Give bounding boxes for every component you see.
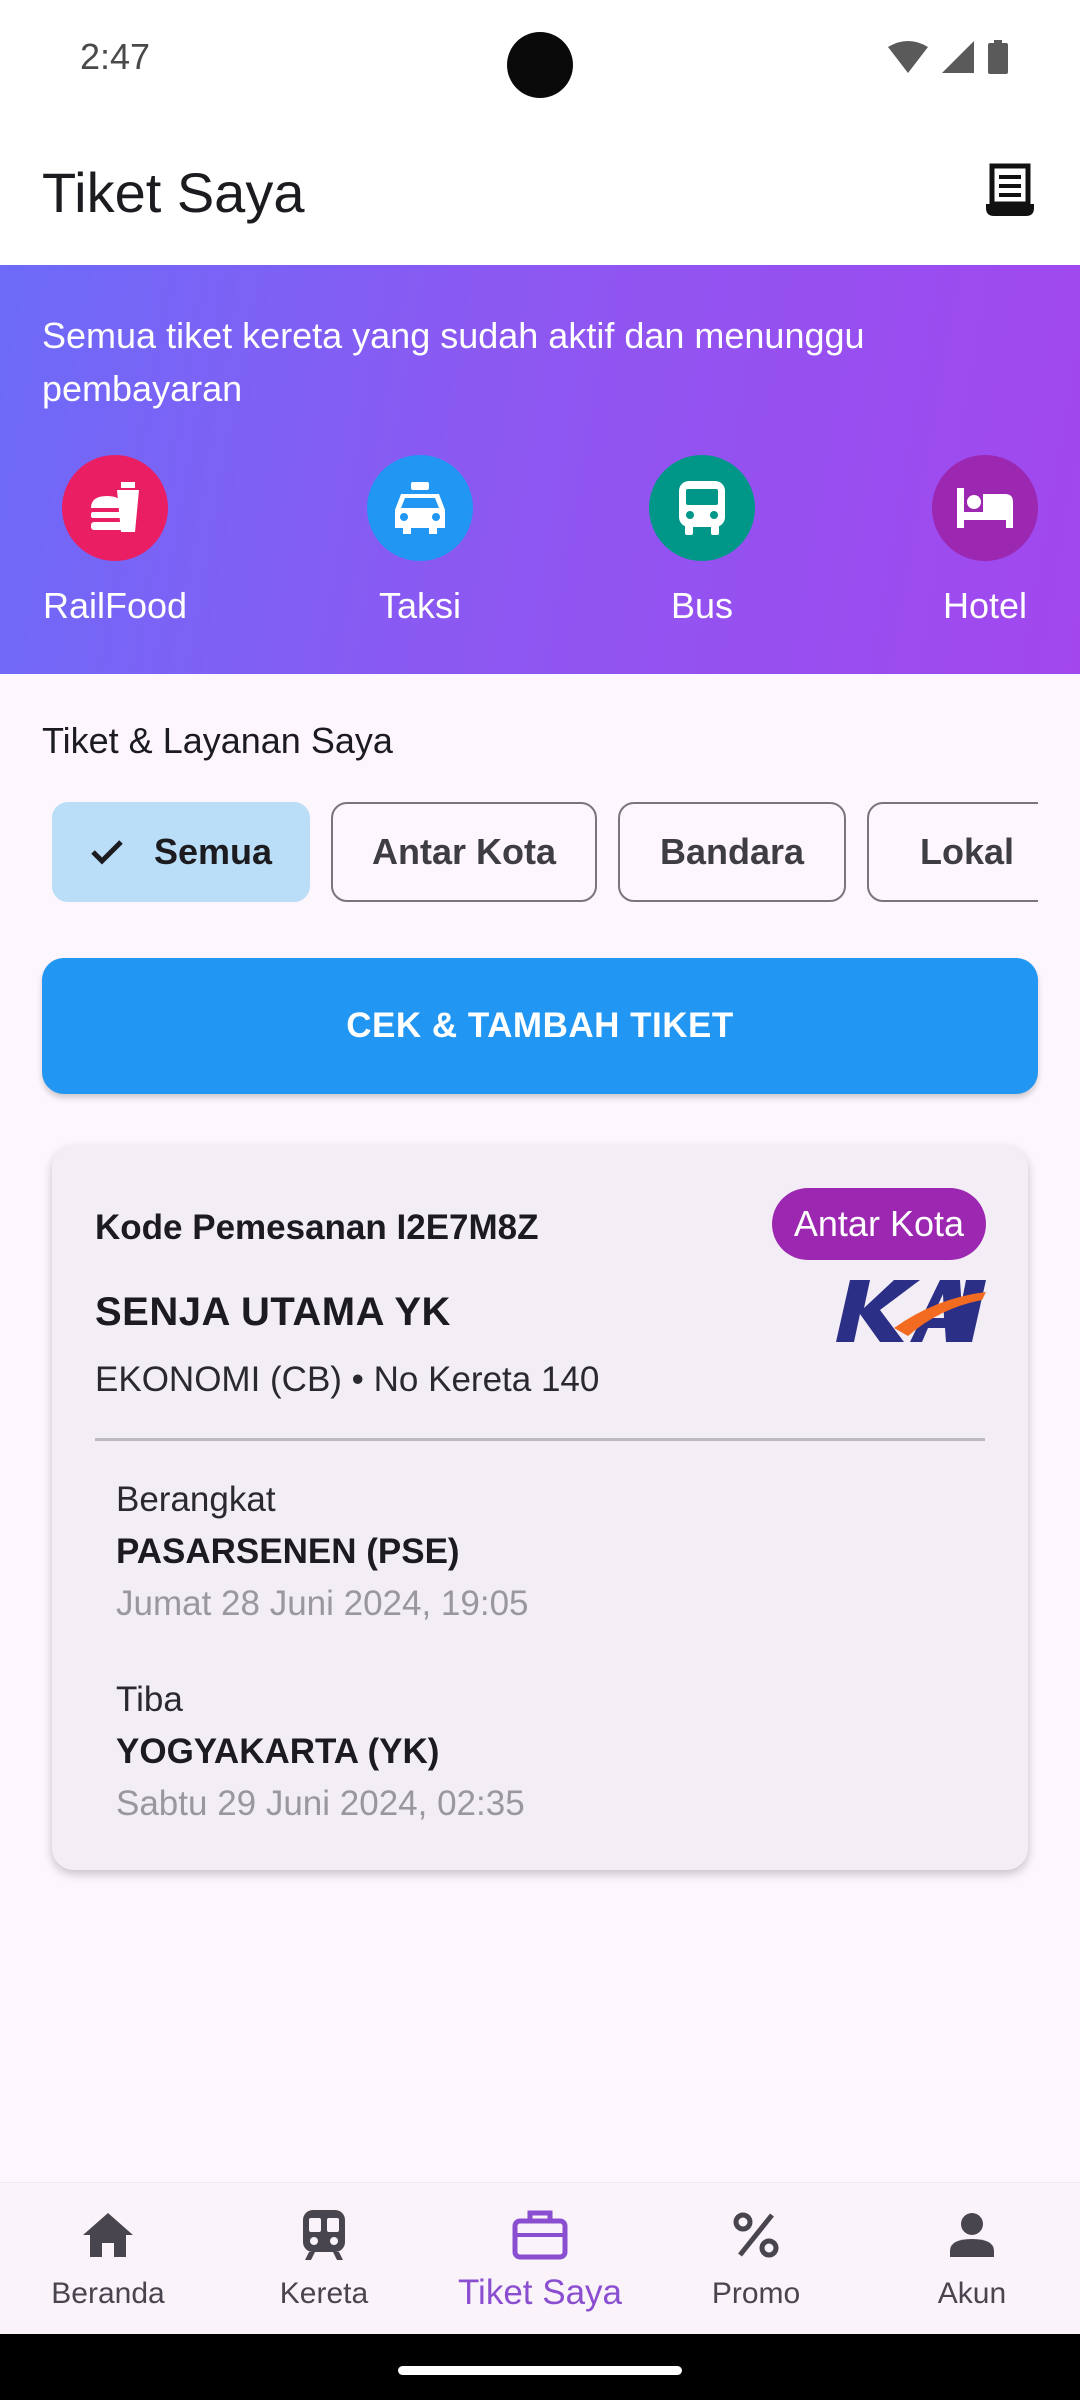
- page-title: Tiket Saya: [42, 161, 305, 224]
- chip-bandara[interactable]: Bandara: [618, 802, 846, 902]
- chip-antar-kota[interactable]: Antar Kota: [331, 802, 597, 902]
- service-railfood[interactable]: RailFood: [20, 455, 210, 627]
- service-label: Hotel: [942, 585, 1028, 626]
- service-bus[interactable]: Bus: [607, 455, 797, 627]
- booking-code: Kode Pemesanan I2E7M8Z: [95, 1208, 539, 1247]
- nav-label: Akun: [937, 2277, 1007, 2310]
- departure-datetime: Jumat 28 Juni 2024, 19:05: [116, 1584, 529, 1623]
- train-icon: [294, 2205, 354, 2265]
- chip-label: Lokal: [919, 831, 1015, 872]
- taxi-icon: [367, 455, 473, 561]
- person-icon: [942, 2205, 1002, 2265]
- status-time: 2:47: [80, 36, 151, 77]
- section-title: Tiket & Layanan Saya: [42, 720, 393, 761]
- camera-cutout: [507, 32, 573, 98]
- percent-icon: [726, 2205, 786, 2265]
- nav-label: Promo: [711, 2277, 801, 2310]
- services-banner: Semua tiket kereta yang sudah aktif dan …: [0, 265, 1080, 674]
- nav-promo[interactable]: Promo: [656, 2205, 856, 2311]
- gesture-navigation-area: [0, 2334, 1080, 2400]
- gesture-handle[interactable]: [398, 2366, 682, 2375]
- status-bar: 2:47: [0, 0, 1080, 118]
- app-bar: Tiket Saya: [0, 118, 1080, 265]
- nav-label: Tiket Saya: [457, 2273, 623, 2312]
- departure-station: PASARSENEN (PSE): [116, 1532, 460, 1571]
- check-icon: [90, 839, 124, 865]
- arrival-datetime: Sabtu 29 Juni 2024, 02:35: [116, 1784, 525, 1823]
- service-label: RailFood: [42, 585, 188, 626]
- home-icon: [78, 2205, 138, 2265]
- nav-tiket-saya[interactable]: Tiket Saya: [440, 2205, 640, 2313]
- battery-icon: [988, 40, 1008, 74]
- card-divider: [95, 1438, 985, 1441]
- chip-label: Antar Kota: [371, 831, 556, 872]
- chip-lokal[interactable]: Lokal: [867, 802, 1038, 902]
- departure-label: Berangkat: [116, 1480, 276, 1519]
- chip-label: Bandara: [659, 831, 805, 872]
- service-taxi[interactable]: Taksi: [325, 455, 515, 627]
- receipt-button[interactable]: [978, 158, 1042, 222]
- signal-icon: [942, 41, 974, 73]
- hotel-icon: [932, 455, 1038, 561]
- status-icons: [888, 40, 1008, 74]
- ticket-card[interactable]: Kode Pemesanan I2E7M8Z Antar Kota SENJA …: [52, 1146, 1028, 1870]
- bottom-navigation: Beranda Kereta Tiket Saya Promo Akun: [0, 2182, 1080, 2334]
- nav-kereta[interactable]: Kereta: [224, 2205, 424, 2311]
- nav-beranda[interactable]: Beranda: [8, 2205, 208, 2311]
- arrival-label: Tiba: [116, 1680, 183, 1719]
- nav-label: Kereta: [279, 2277, 369, 2310]
- receipt-icon: [986, 163, 1034, 216]
- service-label: Bus: [670, 585, 734, 626]
- route-type-badge: Antar Kota: [771, 1188, 986, 1260]
- chip-semua[interactable]: Semua: [52, 802, 310, 902]
- check-add-ticket-button[interactable]: CEK & TAMBAH TIKET: [42, 958, 1038, 1094]
- banner-description: Semua tiket kereta yang sudah aktif dan …: [42, 315, 865, 409]
- briefcase-icon: [510, 2205, 570, 2265]
- service-label: Taksi: [378, 585, 462, 626]
- wifi-icon: [888, 41, 928, 73]
- filter-chips: Semua Antar Kota Bandara Lokal: [52, 802, 1038, 904]
- bus-icon: [649, 455, 755, 561]
- kai-logo: [836, 1278, 986, 1349]
- chip-label: Semua: [153, 831, 273, 872]
- service-hotel[interactable]: Hotel: [890, 455, 1080, 627]
- nav-akun[interactable]: Akun: [872, 2205, 1072, 2311]
- fastfood-icon: [62, 455, 168, 561]
- train-name: SENJA UTAMA YK: [95, 1290, 451, 1334]
- arrival-station: YOGYAKARTA (YK): [116, 1732, 440, 1771]
- nav-label: Beranda: [51, 2277, 165, 2310]
- train-class: EKONOMI (CB) • No Kereta 140: [95, 1360, 600, 1399]
